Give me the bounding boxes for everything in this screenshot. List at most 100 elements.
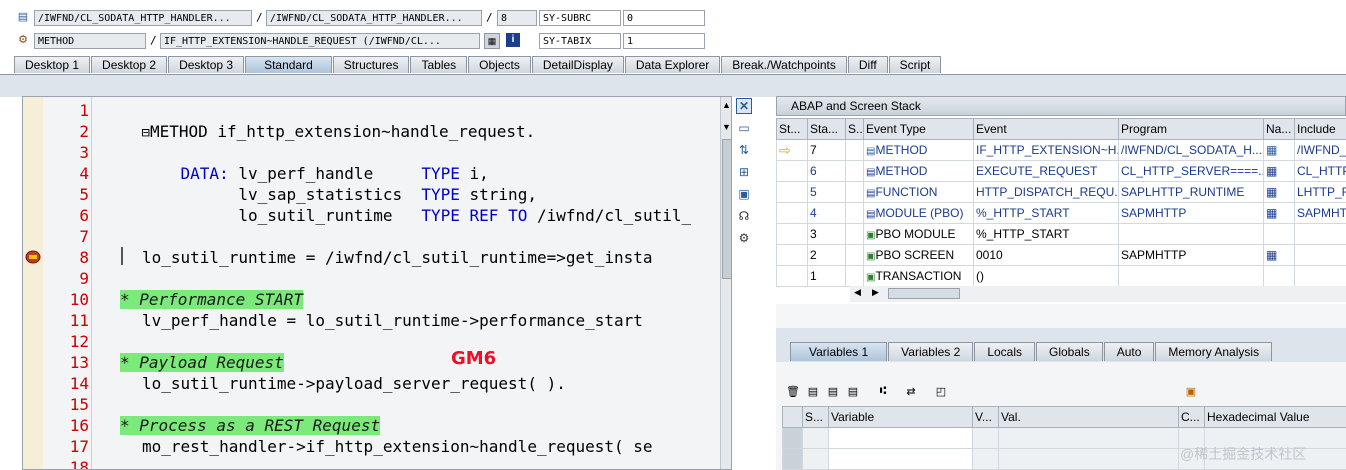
tab-tables[interactable]: Tables (410, 56, 468, 73)
breakpoint-stop-icon[interactable] (25, 250, 41, 264)
col-value[interactable]: Val. (998, 406, 1179, 428)
table-row[interactable]: 5 ▤FUNCTION HTTP_DISPATCH_REQU... SAPLHT… (776, 181, 1346, 203)
row-selector[interactable] (782, 448, 803, 470)
include-field[interactable]: /IWFND/CL_SODATA_HTTP_HANDLER... (266, 10, 482, 26)
full-screen-icon[interactable]: ▣ (736, 186, 752, 202)
tab-structures[interactable]: Structures (332, 56, 410, 73)
table-row[interactable]: ⇨ 7 ▤METHOD IF_HTTP_EXTENSION~H... /IWFN… (776, 139, 1346, 161)
col-include[interactable]: Include (1294, 118, 1346, 140)
stack-hscroll[interactable]: ◀ ▶ (850, 286, 1346, 302)
swap-tool-icon[interactable]: ⇅ (736, 142, 752, 158)
list-add-icon[interactable]: ▤ (826, 384, 840, 398)
delete-icon[interactable]: 🗑 (786, 384, 800, 398)
line-number: 15 (69, 395, 89, 414)
transfer-icon[interactable]: ⇄ (904, 384, 918, 398)
col-event-type[interactable]: Event Type (863, 118, 974, 140)
col-c[interactable]: C... (1178, 406, 1205, 428)
col-s[interactable]: S... (845, 118, 864, 140)
line-number-field[interactable]: 8 (497, 10, 537, 26)
navigate-icon[interactable]: ▦ (1263, 139, 1295, 161)
scroll-left-icon[interactable]: ◀ (854, 287, 861, 298)
tab-auto[interactable]: Auto (1103, 342, 1155, 361)
display-object-icon[interactable]: ▦ (484, 33, 500, 49)
table-row[interactable]: 4 ▤MODULE (PBO) %_HTTP_START SAPMHTTP ▦ … (776, 202, 1346, 224)
collapse-box-icon[interactable]: ⊟ (142, 125, 150, 141)
event[interactable]: IF_HTTP_EXTENSION~H... (973, 139, 1119, 161)
breakpoint-gutter[interactable] (23, 97, 44, 469)
event[interactable]: %_HTTP_START (973, 202, 1119, 224)
col-event[interactable]: Event (973, 118, 1119, 140)
col-navigation[interactable]: Na... (1263, 118, 1295, 140)
list-edit-icon[interactable]: ▤ (846, 384, 860, 398)
tab-script[interactable]: Script (888, 56, 942, 73)
tab-breakpoints[interactable]: Break./Watchpoints (721, 56, 847, 73)
tab-locals[interactable]: Locals (974, 342, 1035, 361)
variable-input[interactable] (828, 427, 973, 449)
tab-objects[interactable]: Objects (468, 56, 531, 73)
scroll-up-icon[interactable]: ▲ (722, 100, 731, 110)
table-row[interactable]: 6 ▤METHOD EXECUTE_REQUEST CL_HTTP_SERVER… (776, 160, 1346, 182)
tab-variables-1[interactable]: Variables 1 (790, 342, 888, 361)
col-stack-level[interactable]: Sta... (807, 118, 846, 140)
event[interactable]: 0010 (973, 244, 1119, 266)
event[interactable]: () (973, 265, 1119, 287)
row-selector[interactable] (782, 427, 803, 449)
tab-detaildisplay[interactable]: DetailDisplay (531, 56, 624, 73)
col-v[interactable]: V... (972, 406, 999, 428)
event[interactable]: %_HTTP_START (973, 223, 1119, 245)
main-program-field[interactable]: /IWFND/CL_SODATA_HTTP_HANDLER... (34, 10, 252, 26)
table-row[interactable]: 2 ▣PBO SCREEN 0010 SAPMHTTP ▦ (776, 244, 1346, 266)
navigate-icon[interactable]: ▦ (1263, 202, 1295, 224)
program[interactable]: SAPMHTTP (1118, 244, 1264, 266)
tab-variables-2[interactable]: Variables 2 (888, 342, 974, 361)
table-row[interactable]: 3 ▣PBO MODULE %_HTTP_START (776, 223, 1346, 245)
tree-icon[interactable]: ⑆ (876, 384, 890, 398)
navigate-icon[interactable]: ▦ (1263, 181, 1295, 203)
program[interactable] (1118, 265, 1264, 287)
maximize-icon[interactable]: ⊞ (736, 164, 752, 180)
editor-scrollbar[interactable]: ▲ ▼ (720, 97, 731, 469)
program[interactable]: SAPMHTTP (1118, 202, 1264, 224)
sy-subrc-value[interactable]: 0 (623, 10, 705, 26)
close-icon[interactable]: ✕ (736, 98, 752, 114)
col-program[interactable]: Program (1118, 118, 1264, 140)
save-icon[interactable]: ▣ (1184, 384, 1198, 398)
program[interactable]: CL_HTTP_SERVER====... (1118, 160, 1264, 182)
event[interactable]: HTTP_DISPATCH_REQU... (973, 181, 1119, 203)
tab-memory-analysis[interactable]: Memory Analysis (1155, 342, 1273, 361)
col-status[interactable]: St... (776, 118, 808, 140)
info-icon[interactable]: i (506, 33, 520, 47)
tab-standard[interactable]: Standard (245, 56, 332, 73)
program[interactable]: SAPLHTTP_RUNTIME (1118, 181, 1264, 203)
source-code-editor[interactable]: 1 2 3 4 5 6 7 8 9 10 11 12 13 14 15 16 1… (22, 96, 732, 470)
tab-data-explorer[interactable]: Data Explorer (624, 56, 721, 73)
window-icon[interactable]: ◰ (934, 384, 948, 398)
scroll-thumb[interactable] (722, 139, 731, 279)
new-tool-icon[interactable]: ▭ (736, 120, 752, 136)
scroll-right-icon[interactable]: ▶ (872, 287, 879, 298)
hscroll-thumb[interactable] (888, 288, 960, 299)
event-type-field[interactable]: METHOD (34, 33, 146, 49)
tab-desktop-3[interactable]: Desktop 3 (168, 56, 245, 73)
col-s[interactable]: S... (802, 406, 829, 428)
col-hex-value[interactable]: Hexadecimal Value (1204, 406, 1346, 428)
navigate-icon[interactable]: ▦ (1263, 244, 1295, 266)
list-icon[interactable]: ▤ (806, 384, 820, 398)
table-row[interactable]: 1 ▣TRANSACTION () (776, 265, 1346, 287)
navigate-icon[interactable]: ▦ (1263, 160, 1295, 182)
settings-icon[interactable]: ⚙ (736, 230, 752, 246)
tab-desktop-2[interactable]: Desktop 2 (91, 56, 168, 73)
col-variable[interactable]: Variable (828, 406, 973, 428)
tab-globals[interactable]: Globals (1036, 342, 1103, 361)
variable-input[interactable] (828, 448, 973, 470)
program[interactable]: /IWFND/CL_SODATA_H... (1118, 139, 1264, 161)
event[interactable]: EXECUTE_REQUEST (973, 160, 1119, 182)
tab-desktop-1[interactable]: Desktop 1 (14, 56, 91, 73)
services-icon[interactable]: ☊ (736, 208, 752, 224)
scroll-down-icon[interactable]: ▼ (722, 122, 731, 132)
program[interactable] (1118, 223, 1264, 245)
sy-tabix-value[interactable]: 1 (623, 33, 705, 49)
keyword: TYPE (421, 206, 460, 225)
tab-diff[interactable]: Diff (847, 56, 888, 73)
event-name-field[interactable]: IF_HTTP_EXTENSION~HANDLE_REQUEST (/IWFND… (160, 33, 480, 49)
